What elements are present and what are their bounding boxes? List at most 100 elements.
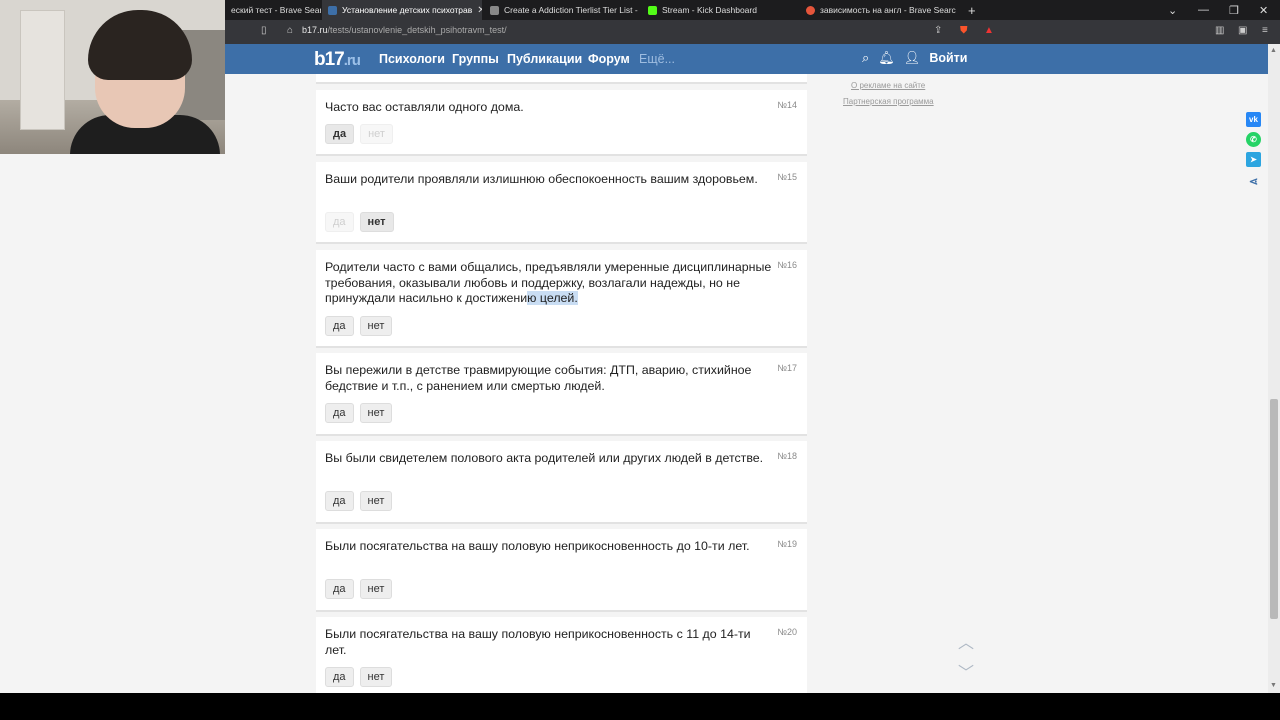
scrollbar-thumb[interactable]	[1270, 399, 1278, 619]
nav-publications[interactable]: Публикации	[507, 52, 582, 66]
tab-brave-search-2[interactable]: зависимость на англ - Brave Search	[800, 0, 956, 20]
question-number: №19	[777, 539, 797, 549]
site-info-icon[interactable]: ⌂	[287, 25, 293, 36]
url-path: /tests/ustanovlenie_detskih_psihotravm_t…	[327, 25, 507, 35]
question-text: Были посягательства на вашу половую непр…	[325, 627, 751, 657]
question-number: №17	[777, 363, 797, 373]
question-number: №16	[777, 260, 797, 270]
answer-yes-button[interactable]: да	[325, 212, 354, 232]
scroll-down-chevron-icon[interactable]: ﹀	[958, 659, 974, 683]
question-card: Вы пережили в детстве травмирующие событ…	[316, 353, 807, 436]
answer-yes-button[interactable]: да	[325, 667, 354, 687]
webcam-overlay	[0, 0, 225, 154]
tab-tierlist[interactable]: Create a Addiction Tierlist Tier List - …	[484, 0, 640, 20]
bell-icon[interactable]: 🔔︎	[878, 50, 895, 66]
question-number: №18	[777, 451, 797, 461]
answer-yes-button[interactable]: да	[325, 491, 354, 511]
menu-icon[interactable]: ≡	[1262, 25, 1268, 36]
logo-suffix: .ru	[343, 52, 361, 69]
share-icon[interactable]: ⋖	[1246, 174, 1261, 189]
question-card-partial	[316, 74, 807, 84]
advertising-link[interactable]: О рекламе на сайте	[851, 81, 925, 90]
url-host: b17.ru	[302, 25, 328, 35]
vk-share-icon[interactable]: vk	[1246, 112, 1261, 127]
question-card: Ваши родители проявляли излишнюю обеспок…	[316, 162, 807, 244]
sidebar-toggle-icon[interactable]: ▥	[1215, 25, 1224, 36]
scroll-up-chevron-icon[interactable]: ︿	[958, 629, 974, 653]
new-tab-button[interactable]: +	[968, 0, 976, 20]
answer-yes-button[interactable]: да	[325, 403, 354, 423]
close-tab-icon[interactable]: ✕	[477, 5, 482, 16]
nav-more[interactable]: Ещё...	[639, 52, 675, 66]
question-card: Вы были свидетелем полового акта родител…	[316, 441, 807, 524]
partner-program-link[interactable]: Партнерская программа	[843, 97, 934, 106]
answer-yes-button[interactable]: да	[325, 579, 354, 599]
question-card: Были посягательства на вашу половую непр…	[316, 617, 807, 693]
brave-rewards-icon[interactable]: ▲	[984, 25, 994, 36]
whatsapp-share-icon[interactable]: ✆	[1246, 132, 1261, 147]
answer-no-button[interactable]: нет	[359, 212, 394, 232]
answer-group: да нет	[325, 667, 393, 687]
page-favicon-icon	[490, 5, 499, 15]
telegram-share-icon[interactable]: ➤	[1246, 152, 1261, 167]
question-card: Часто вас оставляли одного дома. №14 да …	[316, 90, 807, 156]
question-text: Часто вас оставляли одного дома.	[325, 100, 524, 114]
tab-kick[interactable]: Stream - Kick Dashboard	[642, 0, 798, 20]
answer-group: да нет	[325, 316, 393, 336]
scrollbar-up-arrow-icon[interactable]: ▲	[1270, 47, 1277, 54]
nav-psychologists[interactable]: Психологи	[379, 52, 445, 66]
user-icon[interactable]: 👤︎	[904, 50, 921, 66]
answer-no-button[interactable]: нет	[359, 579, 393, 599]
question-text: Родители часто с вами общались, предъявл…	[325, 260, 775, 307]
tab-current-test[interactable]: Установление детских психотрав ✕	[322, 0, 482, 20]
logo-text: b17	[314, 49, 345, 70]
kick-favicon-icon	[648, 5, 657, 15]
tab-label: Create a Addiction Tierlist Tier List - …	[504, 5, 640, 15]
search-icon[interactable]: ⌕	[862, 50, 869, 66]
nav-icon-group: ⌕ 🔔︎ 👤︎ Войти	[862, 50, 967, 66]
question-number: №14	[777, 100, 797, 110]
url-field[interactable]: b17.ru/tests/ustanovlenie_detskih_psihot…	[302, 25, 507, 35]
wallet-icon[interactable]: ▣	[1238, 25, 1247, 36]
question-card: Родители часто с вами общались, предъявл…	[316, 250, 807, 348]
browser-viewport: еский тест - Brave Search Установление д…	[0, 0, 1280, 693]
page-scrollbar[interactable]: ▲ ▼	[1268, 44, 1280, 693]
scrollbar-down-arrow-icon[interactable]: ▼	[1270, 682, 1277, 689]
close-window-icon[interactable]: ✕	[1259, 0, 1268, 20]
nav-groups[interactable]: Группы	[452, 52, 499, 66]
question-card: Были посягательства на вашу половую непр…	[316, 529, 807, 612]
site-logo[interactable]: b17.ru	[314, 49, 361, 71]
tab-search-chevron-icon[interactable]: ⌄	[1168, 0, 1177, 20]
answer-no-button[interactable]: нет	[359, 491, 393, 511]
answer-no-button[interactable]: нет	[360, 124, 393, 144]
selected-text-highlight: ю целей.	[527, 291, 578, 305]
b17-favicon-icon	[328, 5, 337, 15]
tab-label: зависимость на англ - Brave Search	[820, 5, 956, 15]
answer-yes-button[interactable]: да	[325, 316, 354, 336]
answer-group: да нет	[325, 403, 393, 423]
tab-label: Установление детских психотрав	[342, 5, 473, 15]
tab-label: еский тест - Brave Search	[231, 5, 321, 15]
answer-no-button[interactable]: нет	[359, 667, 393, 687]
question-text: Были посягательства на вашу половую непр…	[325, 539, 750, 553]
brave-shields-icon[interactable]: ⛊	[960, 25, 968, 36]
answer-group: да нет	[325, 579, 393, 599]
login-link[interactable]: Войти	[929, 51, 967, 65]
minimize-icon[interactable]: —	[1198, 0, 1209, 20]
answer-group: да нет	[325, 491, 393, 511]
answer-no-button[interactable]: нет	[359, 403, 393, 423]
nav-forum[interactable]: Форум	[588, 52, 630, 66]
restore-icon[interactable]: ❐	[1229, 0, 1239, 20]
tab-label: Stream - Kick Dashboard	[662, 5, 757, 15]
answer-group: да нет	[325, 212, 394, 232]
answer-group: да нет	[325, 124, 393, 144]
tab-brave-search-1[interactable]: еский тест - Brave Search	[225, 0, 321, 20]
letterbox-bottom	[0, 693, 1280, 720]
share-page-icon[interactable]: ⇪	[934, 25, 942, 36]
question-text: Ваши родители проявляли излишнюю обеспок…	[325, 172, 758, 186]
answer-no-button[interactable]: нет	[359, 316, 393, 336]
answer-yes-button[interactable]: да	[325, 124, 355, 144]
question-text: Вы были свидетелем полового акта родител…	[325, 451, 764, 465]
bookmark-icon[interactable]: ▯	[261, 25, 267, 36]
question-number: №15	[777, 172, 797, 182]
